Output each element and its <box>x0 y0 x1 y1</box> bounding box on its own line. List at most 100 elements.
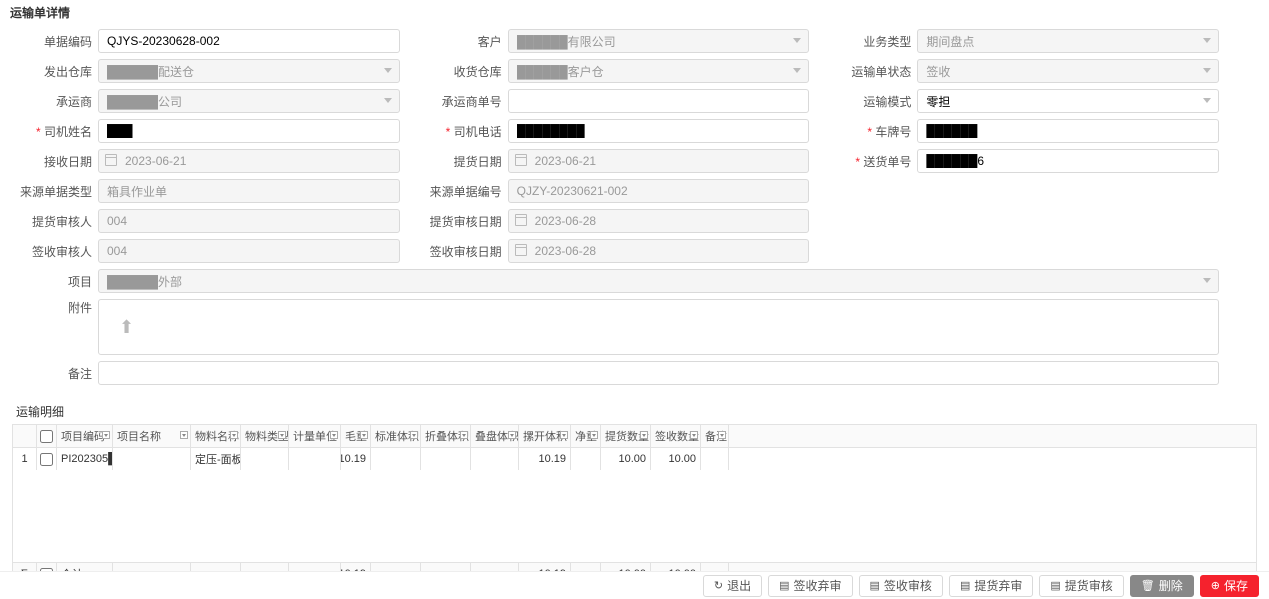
filter-icon[interactable] <box>278 431 286 439</box>
col-checkbox <box>37 425 57 447</box>
col-project-name[interactable]: 项目名称 <box>113 425 191 447</box>
table-row[interactable]: 1 PI202305██ 定压-面板 10.19 10.19 10.00 10.… <box>13 448 1256 470</box>
back-button[interactable]: ↻退出 <box>703 575 762 597</box>
pick-audit-date-input <box>508 209 810 233</box>
cell-sign-qty: 10.00 <box>651 448 701 470</box>
cell-pick-qty: 10.00 <box>601 448 651 470</box>
filter-icon[interactable] <box>230 431 238 439</box>
col-material-type[interactable]: 物料类型 <box>241 425 289 447</box>
plate-no-input[interactable] <box>917 119 1219 143</box>
label-trans-status: 运输单状态 <box>839 63 917 80</box>
label-customer: 客户 <box>430 33 508 50</box>
deliv-bill-no-input[interactable] <box>917 149 1219 173</box>
doc-icon: ▤ <box>870 579 880 592</box>
cell-checkbox <box>37 448 57 470</box>
label-pick-audit-date: 提货审核日期 <box>430 213 508 230</box>
trans-status-select[interactable] <box>917 59 1219 83</box>
label-driver-name: 司机姓名 <box>20 123 98 140</box>
sign-audit-button[interactable]: ▤签收审核 <box>859 575 943 597</box>
grid-header: 项目编码 项目名称 物料名称 物料类型 计量单位 毛重 标准体积 折叠体积 叠盘… <box>13 425 1256 448</box>
driver-phone-input[interactable] <box>508 119 810 143</box>
sign-audit-date-input <box>508 239 810 263</box>
driver-name-input[interactable] <box>98 119 400 143</box>
filter-icon[interactable] <box>410 431 418 439</box>
form-area: 单据编码 客户 业务类型 发出仓库 收货仓库 运输单状态 承运商 <box>0 25 1269 399</box>
pick-anti-audit-button[interactable]: ▤提货弃审 <box>949 575 1033 597</box>
sign-auditor-input <box>98 239 400 263</box>
plus-circle-icon: ⊕ <box>1211 579 1220 592</box>
label-recv-date: 接收日期 <box>20 153 98 170</box>
col-material-name[interactable]: 物料名称 <box>191 425 241 447</box>
cell-stack-volume <box>471 448 519 470</box>
recv-date-input[interactable] <box>98 149 400 173</box>
filter-icon[interactable] <box>180 431 188 439</box>
label-carrier: 承运商 <box>20 93 98 110</box>
col-unit[interactable]: 计量单位 <box>289 425 341 447</box>
filter-icon[interactable] <box>102 431 110 439</box>
doc-icon: ▤ <box>1050 579 1060 592</box>
col-stack-volume[interactable]: 叠盘体积 <box>471 425 519 447</box>
src-bill-no-input <box>508 179 810 203</box>
filter-icon[interactable] <box>360 431 368 439</box>
filter-icon[interactable] <box>640 431 648 439</box>
col-std-volume[interactable]: 标准体积 <box>371 425 421 447</box>
filter-icon[interactable] <box>560 431 568 439</box>
col-fold-volume[interactable]: 折叠体积 <box>421 425 471 447</box>
row-checkbox[interactable] <box>40 453 53 466</box>
col-sign-qty[interactable]: 签收数量 <box>651 425 701 447</box>
project-select[interactable] <box>98 269 1219 293</box>
refresh-icon: ↻ <box>714 579 723 592</box>
cell-fold-volume <box>421 448 471 470</box>
carrier-select[interactable] <box>98 89 400 113</box>
filter-icon[interactable] <box>690 431 698 439</box>
trans-mode-select[interactable] <box>917 89 1219 113</box>
label-trans-mode: 运输模式 <box>839 93 917 110</box>
label-bill-no: 单据编码 <box>20 33 98 50</box>
section-title-lines: 运输明细 <box>0 399 1269 424</box>
col-gross-weight[interactable]: 毛重 <box>341 425 371 447</box>
remark-input[interactable] <box>98 361 1219 385</box>
label-driver-phone: 司机电话 <box>430 123 508 140</box>
biz-type-select[interactable] <box>917 29 1219 53</box>
cell-material-type <box>241 448 289 470</box>
cell-net-weight <box>571 448 601 470</box>
carrier-bill-no-input[interactable] <box>508 89 810 113</box>
filter-icon[interactable] <box>330 431 338 439</box>
cell-project-name <box>113 448 191 470</box>
delete-button[interactable]: 🗑删除 <box>1130 575 1194 597</box>
select-all-checkbox[interactable] <box>40 430 53 443</box>
footer-toolbar: ↻退出 ▤签收弃审 ▤签收审核 ▤提货弃审 ▤提货审核 🗑删除 ⊕保存 <box>0 571 1269 599</box>
upload-area[interactable]: ⬆ <box>98 299 1219 355</box>
col-spread-volume[interactable]: 摞开体积 <box>519 425 571 447</box>
label-deliv-bill-no: 送货单号 <box>839 153 917 170</box>
label-src-bill-no: 来源单据编号 <box>430 183 508 200</box>
col-net-weight[interactable]: 净重 <box>571 425 601 447</box>
filter-icon[interactable] <box>508 431 516 439</box>
send-wh-select[interactable] <box>98 59 400 83</box>
col-pick-qty[interactable]: 提货数量 <box>601 425 651 447</box>
doc-icon: ▤ <box>779 579 789 592</box>
label-sign-audit-date: 签收审核日期 <box>430 243 508 260</box>
filter-icon[interactable] <box>590 431 598 439</box>
grid-body: 1 PI202305██ 定压-面板 10.19 10.19 10.00 10.… <box>13 448 1256 562</box>
col-project-code[interactable]: 项目编码 <box>57 425 113 447</box>
cell-material-name: 定压-面板 <box>191 448 241 470</box>
pick-audit-button[interactable]: ▤提货审核 <box>1039 575 1123 597</box>
cell-remark <box>701 448 729 470</box>
recv-wh-select[interactable] <box>508 59 810 83</box>
col-remark[interactable]: 备注 <box>701 425 729 447</box>
sign-anti-audit-button[interactable]: ▤签收弃审 <box>768 575 852 597</box>
cell-spread-volume: 10.19 <box>519 448 571 470</box>
cell-std-volume <box>371 448 421 470</box>
filter-icon[interactable] <box>460 431 468 439</box>
label-send-wh: 发出仓库 <box>20 63 98 80</box>
filter-icon[interactable] <box>718 431 726 439</box>
save-button[interactable]: ⊕保存 <box>1200 575 1259 597</box>
pick-date-input[interactable] <box>508 149 810 173</box>
section-title-detail: 运输单详情 <box>0 0 1269 25</box>
label-carrier-bill-no: 承运商单号 <box>430 93 508 110</box>
label-pick-auditor: 提货审核人 <box>20 213 98 230</box>
col-index <box>13 425 37 447</box>
customer-select[interactable] <box>508 29 810 53</box>
bill-no-input[interactable] <box>98 29 400 53</box>
